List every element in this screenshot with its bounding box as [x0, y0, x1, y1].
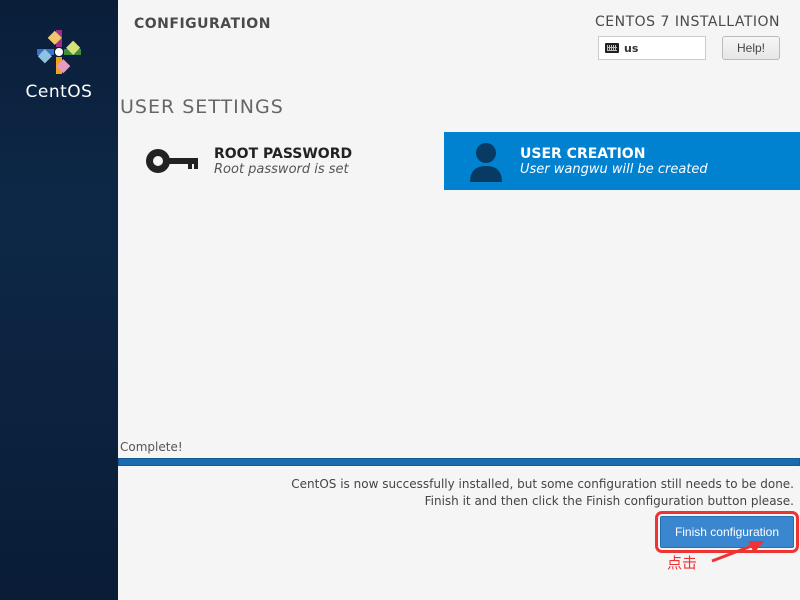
topbar: CONFIGURATION CENTOS 7 INSTALLATION us H…: [118, 0, 800, 72]
progress-bar: [118, 458, 800, 466]
progress-area: Complete! CentOS is now successfully ins…: [118, 440, 800, 600]
sidebar: CentOS: [0, 0, 118, 600]
install-message-line1: CentOS is now successfully installed, bu…: [291, 477, 794, 491]
annotation-label: 点击: [667, 552, 697, 573]
install-message-line2: Finish it and then click the Finish conf…: [425, 494, 794, 508]
brand-name: CentOS: [26, 82, 93, 102]
centos-pinwheel-icon: [35, 28, 83, 76]
keyboard-icon: [605, 43, 619, 53]
main-panel: CONFIGURATION CENTOS 7 INSTALLATION us H…: [118, 0, 800, 600]
section-title: USER SETTINGS: [118, 72, 800, 132]
user-creation-spoke[interactable]: USER CREATION User wangwu will be create…: [444, 132, 800, 190]
root-password-title: ROOT PASSWORD: [214, 146, 352, 162]
keyboard-layout-label: us: [624, 42, 638, 55]
user-creation-title: USER CREATION: [520, 146, 708, 162]
user-creation-status: User wangwu will be created: [520, 162, 708, 177]
page-title: CONFIGURATION: [134, 14, 271, 72]
install-title: CENTOS 7 INSTALLATION: [595, 14, 780, 30]
help-button[interactable]: Help!: [722, 36, 780, 60]
spokes-row: ROOT PASSWORD Root password is set USER …: [118, 132, 800, 190]
progress-status-label: Complete!: [118, 440, 800, 458]
keyboard-layout-selector[interactable]: us: [598, 36, 706, 60]
root-password-status: Root password is set: [214, 162, 352, 177]
root-password-spoke[interactable]: ROOT PASSWORD Root password is set: [144, 132, 444, 190]
finish-configuration-button[interactable]: Finish configuration: [660, 516, 794, 548]
key-icon: [144, 146, 200, 176]
centos-logo: CentOS: [26, 28, 93, 102]
user-icon: [466, 140, 506, 182]
install-message: CentOS is now successfully installed, bu…: [118, 466, 800, 510]
